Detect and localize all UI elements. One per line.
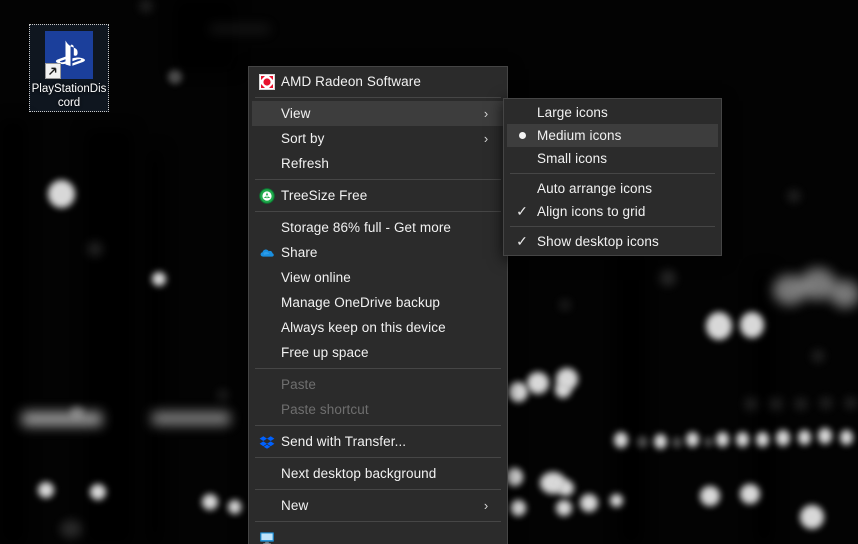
desktop-icon-label-line1: PlayStationDi (31, 83, 101, 95)
menu-item-new[interactable]: New › (252, 493, 504, 518)
desktop-wallpaper[interactable]: PlayStationDiscord AMD Radeon Software V… (0, 0, 858, 544)
menu-label-always-keep-on-this-device: Always keep on this device (281, 320, 446, 335)
menu-item-view-online[interactable]: View online (252, 265, 504, 290)
display-settings-icon (252, 525, 281, 544)
refresh-gutter (252, 151, 281, 176)
onedrive-cloud-icon (252, 240, 281, 265)
menu-label-paste-shortcut: Paste shortcut (281, 402, 369, 417)
menu-item-free-up-space[interactable]: Free up space (252, 340, 504, 365)
paste-shortcut-gutter (252, 397, 281, 422)
menu-separator-8 (255, 521, 501, 522)
menu-label-send-with-transfer: Send with Transfer... (281, 434, 407, 449)
menu-label-amd-radeon-software: AMD Radeon Software (281, 74, 421, 89)
menu-item-manage-onedrive-backup[interactable]: Manage OneDrive backup (252, 290, 504, 315)
dropbox-icon (252, 429, 281, 454)
free-up-space-gutter (252, 340, 281, 365)
submenu-label-medium-icons: Medium icons (537, 128, 622, 143)
menu-label-sort-by: Sort by (281, 131, 325, 146)
menu-separator-1 (255, 97, 501, 98)
menu-item-refresh[interactable]: Refresh (252, 151, 504, 176)
submenu-label-small-icons: Small icons (537, 151, 608, 166)
view-submenu[interactable]: Large icons Medium icons Small icons Aut… (503, 98, 722, 256)
submenu-label-align-icons-to-grid: Align icons to grid (537, 204, 646, 219)
menu-item-view[interactable]: View › (252, 101, 504, 126)
chevron-right-icon: › (483, 106, 489, 121)
chevron-right-icon: › (483, 131, 489, 146)
treesize-icon (252, 183, 281, 208)
menu-separator-5 (255, 425, 501, 426)
menu-item-paste-shortcut: Paste shortcut (252, 397, 504, 422)
desktop-context-menu[interactable]: AMD Radeon Software View › Sort by › Ref… (248, 66, 508, 544)
new-gutter (252, 493, 281, 518)
submenu-item-medium-icons[interactable]: Medium icons (507, 124, 718, 147)
menu-item-always-keep-on-this-device[interactable]: Always keep on this device (252, 315, 504, 340)
amd-radeon-icon (252, 69, 281, 94)
menu-separator-7 (255, 489, 501, 490)
view-online-gutter (252, 265, 281, 290)
shortcut-arrow-badge (45, 63, 61, 79)
submenu-item-small-icons[interactable]: Small icons (507, 147, 718, 170)
menu-label-next-desktop-background: Next desktop background (281, 466, 437, 481)
menu-label-treesize-free: TreeSize Free (281, 188, 368, 203)
storage-gutter (252, 215, 281, 240)
submenu-item-show-desktop-icons[interactable]: ✓ Show desktop icons (507, 230, 718, 253)
menu-item-next-desktop-background[interactable]: Next desktop background (252, 461, 504, 486)
menu-label-storage-full: Storage 86% full - Get more (281, 220, 452, 235)
menu-label-view-online: View online (281, 270, 351, 285)
submenu-item-align-icons-to-grid[interactable]: ✓ Align icons to grid (507, 200, 718, 223)
submenu-item-large-icons[interactable]: Large icons (507, 101, 718, 124)
sort-by-gutter (252, 126, 281, 151)
menu-item-share[interactable]: Share (252, 240, 504, 265)
view-gutter (252, 101, 281, 126)
always-keep-gutter (252, 315, 281, 340)
auto-arrange-marker-gutter (507, 176, 537, 201)
chevron-right-icon: › (483, 498, 489, 513)
check-glyph: ✓ (516, 202, 528, 219)
menu-label-free-up-space: Free up space (281, 345, 369, 360)
menu-item-amd-radeon-software[interactable]: AMD Radeon Software (252, 69, 504, 94)
menu-item-send-with-transfer[interactable]: Send with Transfer... (252, 429, 504, 454)
menu-label-refresh: Refresh (281, 156, 329, 171)
desktop-icon-playstation-discord[interactable]: PlayStationDiscord (29, 24, 109, 112)
submenu-label-large-icons: Large icons (537, 105, 608, 120)
submenu-item-auto-arrange-icons[interactable]: Auto arrange icons (507, 177, 718, 200)
menu-separator-4 (255, 368, 501, 369)
submenu-label-auto-arrange-icons: Auto arrange icons (537, 181, 653, 196)
submenu-label-show-desktop-icons: Show desktop icons (537, 234, 659, 249)
menu-label-manage-onedrive-backup: Manage OneDrive backup (281, 295, 441, 310)
menu-separator-3 (255, 211, 501, 212)
menu-separator-6 (255, 457, 501, 458)
menu-item-sort-by[interactable]: Sort by › (252, 126, 504, 151)
check-glyph: ✓ (516, 232, 528, 249)
submenu-separator-2 (510, 226, 715, 227)
submenu-separator-1 (510, 173, 715, 174)
menu-item-treesize-free[interactable]: TreeSize Free (252, 183, 504, 208)
paste-gutter (252, 372, 281, 397)
next-background-gutter (252, 461, 281, 486)
playstation-logo-icon (45, 31, 93, 79)
menu-label-paste: Paste (281, 377, 317, 392)
radio-selected-icon (507, 123, 537, 148)
shortcut-arrow-icon (49, 67, 57, 75)
menu-label-new: New (281, 498, 309, 513)
menu-separator-2 (255, 179, 501, 180)
small-icons-marker-gutter (507, 146, 537, 171)
menu-item-display-settings[interactable] (252, 525, 504, 544)
checkmark-icon: ✓ (507, 199, 537, 224)
menu-item-paste: Paste (252, 372, 504, 397)
menu-label-share: Share (281, 245, 318, 260)
checkmark-icon: ✓ (507, 229, 537, 254)
large-icons-marker-gutter (507, 100, 537, 125)
manage-backup-gutter (252, 290, 281, 315)
menu-label-view: View (281, 106, 311, 121)
desktop-icon-label: PlayStationDiscord (30, 82, 108, 110)
menu-item-storage-full[interactable]: Storage 86% full - Get more (252, 215, 504, 240)
